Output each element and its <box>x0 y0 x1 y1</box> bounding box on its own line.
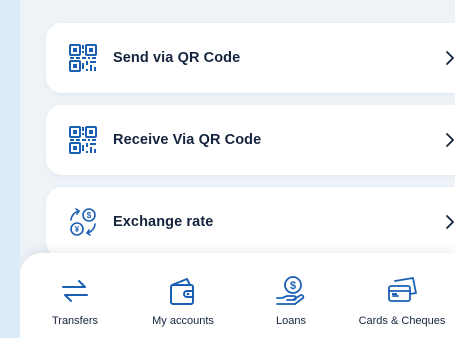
svg-text:$: $ <box>290 280 296 292</box>
chevron-right-icon <box>442 214 455 230</box>
nav-item-cards-cheques[interactable]: Cards & Cheques <box>347 253 455 338</box>
nav-item-my-accounts[interactable]: My accounts <box>128 253 238 338</box>
qr-code-icon <box>66 123 100 157</box>
nav-item-transfers[interactable]: Transfers <box>20 253 130 338</box>
chevron-right-icon <box>442 132 455 148</box>
chevron-right-icon <box>442 50 455 66</box>
exchange-rate-icon: $ ¥ <box>66 205 100 239</box>
nav-label-transfers: Transfers <box>51 315 99 327</box>
transfer-arrows-icon <box>57 273 93 309</box>
qr-code-icon <box>66 41 100 75</box>
send-via-qr-label: Send via QR Code <box>113 50 241 66</box>
wallet-icon <box>165 273 201 309</box>
nav-item-loans[interactable]: $ Loans <box>236 253 346 338</box>
app-screen: Send via QR Code Receive Via QR Code $ ¥… <box>20 0 455 338</box>
receive-via-qr-button[interactable]: Receive Via QR Code <box>46 105 455 175</box>
nav-label-loans: Loans <box>276 315 306 327</box>
receive-via-qr-label: Receive Via QR Code <box>113 132 262 148</box>
exchange-rate-button[interactable]: $ ¥ Exchange rate <box>46 187 455 257</box>
bottom-navigation: Transfers My accounts $ Loans Cards & Ch… <box>20 253 455 338</box>
money-hand-icon: $ <box>273 273 309 309</box>
svg-text:¥: ¥ <box>75 225 80 234</box>
nav-label-my-accounts: My accounts <box>152 315 214 327</box>
nav-label-cards-cheques: Cards & Cheques <box>358 315 446 327</box>
exchange-rate-label: Exchange rate <box>113 214 214 230</box>
svg-text:$: $ <box>87 211 92 220</box>
card-cheque-icon <box>384 273 420 309</box>
send-via-qr-button[interactable]: Send via QR Code <box>46 23 455 93</box>
